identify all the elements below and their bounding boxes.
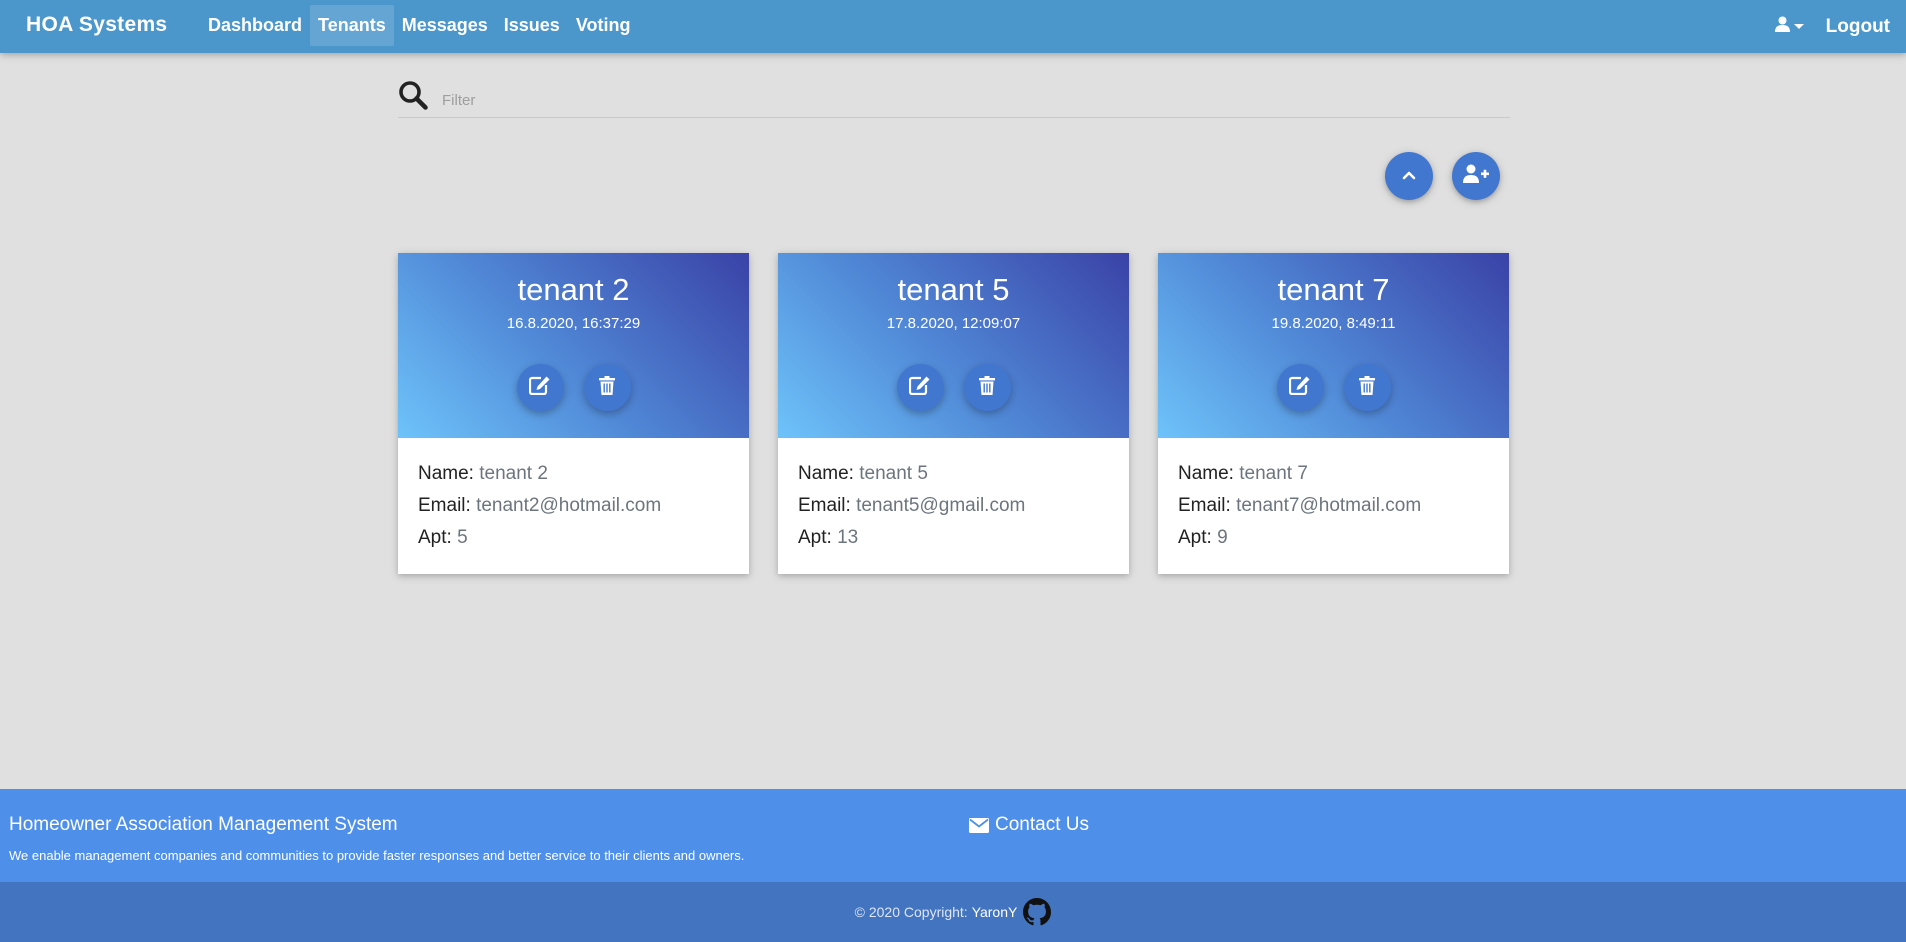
tenant-email-row: Email: tenant5@gmail.com <box>798 490 1109 522</box>
name-label: Name: <box>418 463 474 484</box>
tenant-card-date: 19.8.2020, 8:49:11 <box>1271 315 1396 332</box>
tenant-card-date: 16.8.2020, 16:37:29 <box>506 315 641 332</box>
user-plus-icon <box>1463 164 1489 189</box>
tenant-card-actions <box>1158 364 1509 411</box>
apt-label: Apt: <box>1178 527 1212 548</box>
search-icon <box>398 80 428 115</box>
footer-title: Homeowner Association Management System <box>9 814 398 835</box>
email-label: Email: <box>1178 495 1231 516</box>
edit-icon <box>528 375 551 400</box>
tenant-card: tenant 5 17.8.2020, 12:09:07 Name: tenan… <box>778 253 1129 574</box>
nav-link-voting[interactable]: Voting <box>568 5 639 46</box>
author-link[interactable]: YaronY <box>972 904 1018 920</box>
trash-icon <box>979 375 995 400</box>
footer-description: We enable management companies and commu… <box>9 848 745 863</box>
tenant-apt-row: Apt: 5 <box>418 522 729 554</box>
copyright-text: © 2020 Copyright: <box>854 904 968 920</box>
tenant-email: tenant2@hotmail.com <box>476 495 662 516</box>
tenant-card: tenant 7 19.8.2020, 8:49:11 Name: tenant… <box>1158 253 1509 574</box>
tenant-name: tenant 5 <box>859 463 928 484</box>
contact-us-link[interactable]: Contact Us <box>969 814 1089 836</box>
tenant-card-title: tenant 5 <box>897 272 1010 307</box>
tenant-cards: tenant 2 16.8.2020, 16:37:29 Name: tenan… <box>398 253 1509 574</box>
nav-links: Dashboard Tenants Messages Issues Voting <box>200 5 638 46</box>
nav-right: Logout <box>1774 0 1890 53</box>
tenant-card-header: tenant 5 17.8.2020, 12:09:07 <box>778 253 1129 438</box>
tenant-card-actions <box>398 364 749 411</box>
tenant-apt: 5 <box>457 527 468 548</box>
tenant-email: tenant7@hotmail.com <box>1236 495 1422 516</box>
top-navbar: HOA Systems Dashboard Tenants Messages I… <box>0 0 1906 53</box>
tenant-card-body: Name: tenant 7 Email: tenant7@hotmail.co… <box>1158 438 1509 574</box>
user-icon <box>1774 16 1790 37</box>
edit-tenant-button[interactable] <box>896 364 944 411</box>
scroll-top-button[interactable] <box>1385 152 1433 200</box>
tenant-email-row: Email: tenant7@hotmail.com <box>1178 490 1489 522</box>
tenant-name-row: Name: tenant 2 <box>418 458 729 490</box>
delete-tenant-button[interactable] <box>1343 364 1391 411</box>
tenant-card-header: tenant 2 16.8.2020, 16:37:29 <box>398 253 749 438</box>
edit-tenant-button[interactable] <box>516 364 564 411</box>
nav-link-tenants[interactable]: Tenants <box>310 5 394 46</box>
apt-label: Apt: <box>418 527 452 548</box>
tenant-card-title: tenant 2 <box>517 272 630 307</box>
tenant-card-actions <box>778 364 1129 411</box>
user-menu-toggle[interactable] <box>1774 16 1804 37</box>
tenant-name-row: Name: tenant 7 <box>1178 458 1489 490</box>
edit-icon <box>1288 375 1311 400</box>
github-icon[interactable] <box>1023 898 1052 926</box>
trash-icon <box>1359 375 1375 400</box>
trash-icon <box>599 375 615 400</box>
tenant-apt-row: Apt: 13 <box>798 522 1109 554</box>
email-label: Email: <box>798 495 851 516</box>
nav-link-issues[interactable]: Issues <box>496 5 568 46</box>
footer: Homeowner Association Management System … <box>0 789 1906 882</box>
tenant-card-date: 17.8.2020, 12:09:07 <box>886 315 1021 332</box>
tenant-email: tenant5@gmail.com <box>856 495 1026 516</box>
caret-down-icon <box>1793 24 1804 29</box>
tenant-name: tenant 2 <box>479 463 548 484</box>
brand-logo[interactable]: HOA Systems <box>26 0 167 53</box>
nav-link-dashboard[interactable]: Dashboard <box>200 5 310 46</box>
tenant-card-title: tenant 7 <box>1277 272 1390 307</box>
tenant-name: tenant 7 <box>1239 463 1308 484</box>
footer-copyright: © 2020 Copyright: YaronY <box>0 882 1906 942</box>
tenant-apt-row: Apt: 9 <box>1178 522 1489 554</box>
add-tenant-button[interactable] <box>1452 152 1500 200</box>
tenant-card-header: tenant 7 19.8.2020, 8:49:11 <box>1158 253 1509 438</box>
apt-label: Apt: <box>798 527 832 548</box>
delete-tenant-button[interactable] <box>583 364 631 411</box>
tenant-apt: 13 <box>837 527 859 548</box>
chevron-up-icon <box>1402 167 1416 185</box>
tenant-name-row: Name: tenant 5 <box>798 458 1109 490</box>
tenant-card: tenant 2 16.8.2020, 16:37:29 Name: tenan… <box>398 253 749 574</box>
name-label: Name: <box>1178 463 1234 484</box>
envelope-icon <box>969 817 989 833</box>
filter-bar <box>398 78 1510 118</box>
edit-icon <box>908 375 931 400</box>
email-label: Email: <box>418 495 471 516</box>
tenant-card-body: Name: tenant 2 Email: tenant2@hotmail.co… <box>398 438 749 574</box>
tenant-card-body: Name: tenant 5 Email: tenant5@gmail.com … <box>778 438 1129 574</box>
delete-tenant-button[interactable] <box>963 364 1011 411</box>
edit-tenant-button[interactable] <box>1276 364 1324 411</box>
name-label: Name: <box>798 463 854 484</box>
nav-link-messages[interactable]: Messages <box>394 5 496 46</box>
logout-link[interactable]: Logout <box>1826 16 1890 38</box>
filter-input[interactable] <box>442 86 1342 109</box>
tenant-apt: 9 <box>1217 527 1228 548</box>
tenant-email-row: Email: tenant2@hotmail.com <box>418 490 729 522</box>
contact-us-label: Contact Us <box>995 814 1089 835</box>
